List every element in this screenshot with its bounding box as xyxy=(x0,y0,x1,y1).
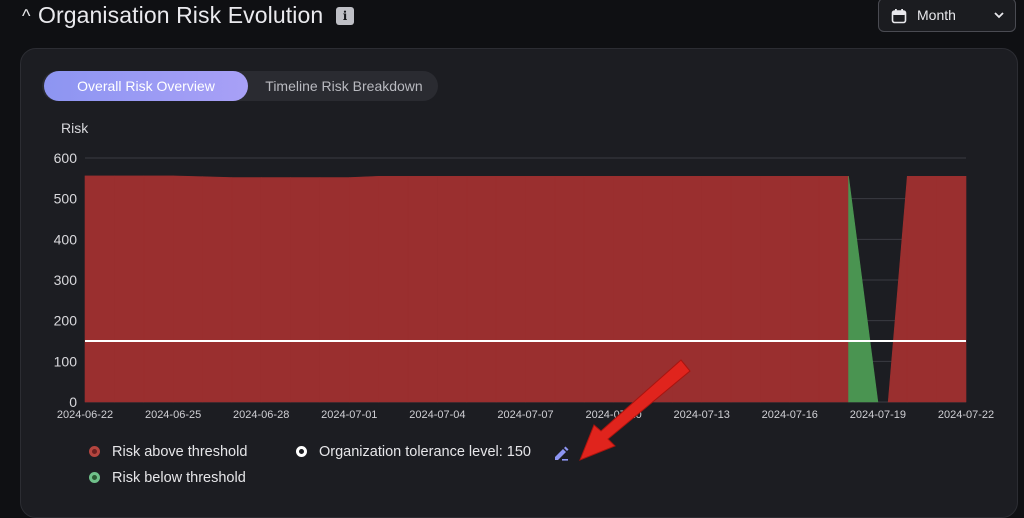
red-annotation-arrow xyxy=(579,359,691,461)
